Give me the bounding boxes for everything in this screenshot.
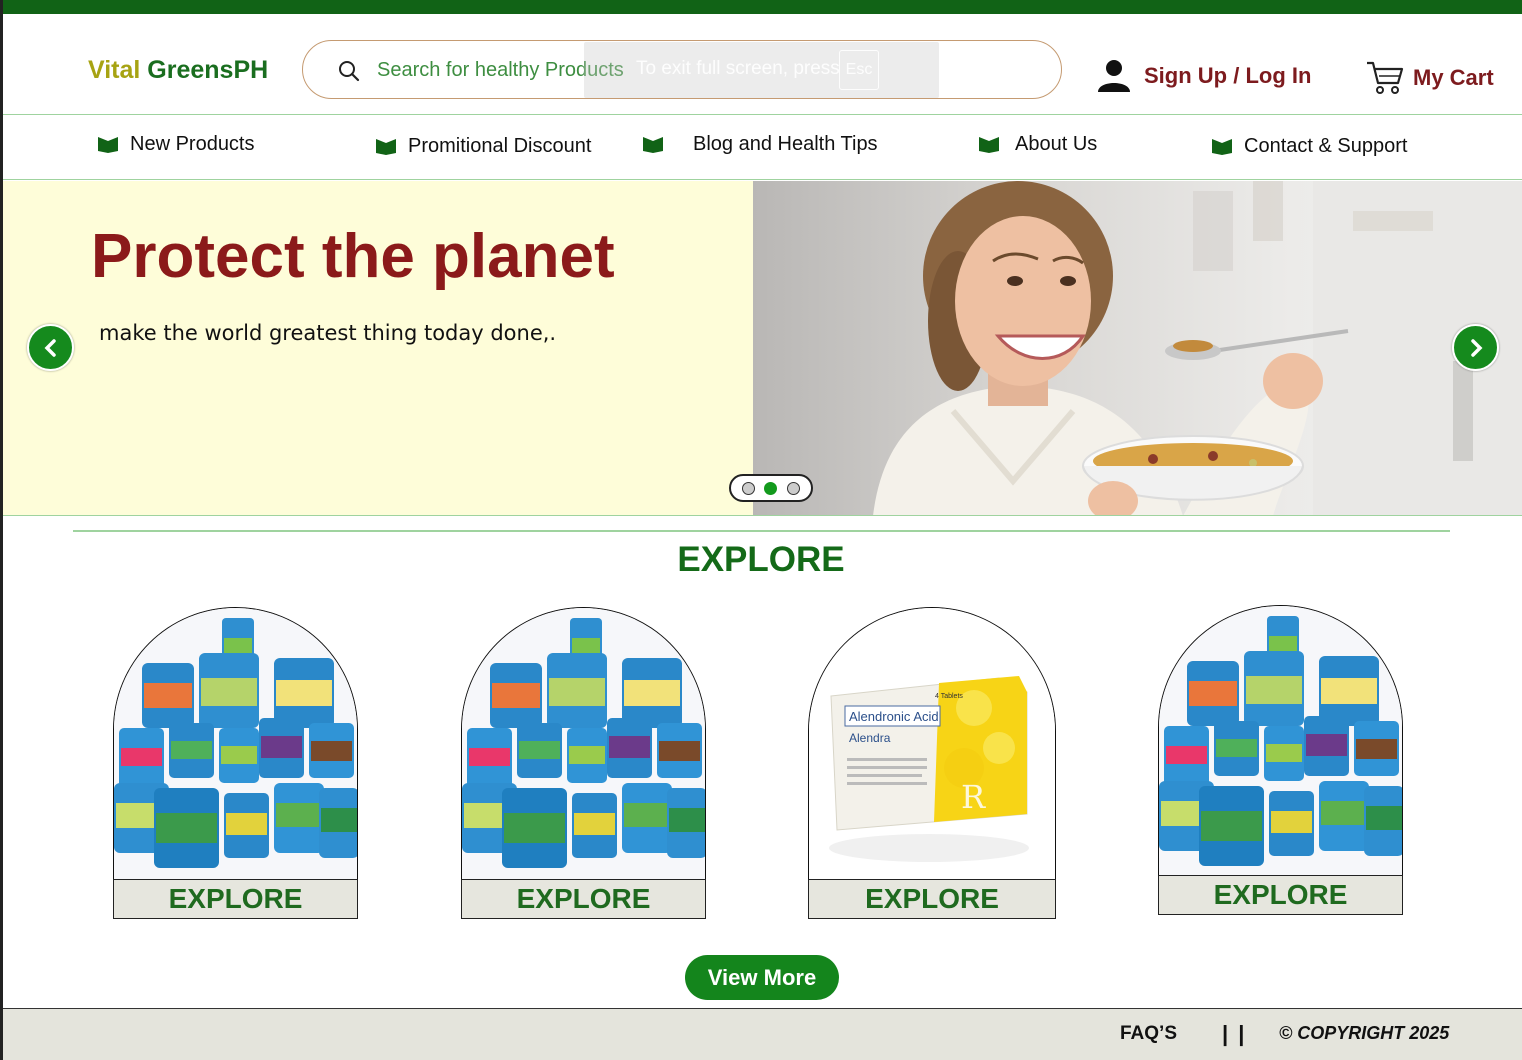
explore-card-4[interactable]: EXPLORE [1158,605,1403,917]
copyright-text: © COPYRIGHT 2025 [1279,1023,1450,1043]
explore-card-label: EXPLORE [1158,875,1403,915]
carousel-dot-1[interactable] [741,481,755,495]
explore-card-image [1158,605,1403,877]
explore-card-label: EXPLORE [808,879,1056,919]
fullscreen-notice-text: To exit full screen, press [636,58,840,79]
logo-part-greens: GreensPH [147,56,269,84]
hero-image [753,181,1522,515]
hero-text-panel: Protect the planet make the world greate… [3,181,753,515]
woman-eating-cereal-image [873,181,1522,515]
explore-card-3[interactable]: Alendronic Acid Alendra 4 Tablets R EXPL… [808,607,1056,919]
svg-text:R: R [961,778,986,816]
explore-card-image [461,607,706,879]
hero-title: Protect the planet [91,222,615,291]
carousel-next-button[interactable] [1452,324,1499,371]
carousel-indicators [729,474,813,502]
nav-label: New Products [130,133,255,155]
carousel-prev-button[interactable] [27,324,74,371]
book-icon [376,138,396,155]
nav-about-us[interactable]: About Us [979,133,1097,156]
nav-label: Blog and Health Tips [693,133,878,155]
supplement-jars-image [114,608,357,879]
medicine-box-image: Alendronic Acid Alendra 4 Tablets R [809,608,1055,879]
cart-label: My Cart [1413,65,1494,90]
section-divider [73,530,1450,532]
cart-link[interactable]: My Cart [1365,58,1494,98]
top-accent-bar [0,0,1522,14]
book-icon [1212,138,1232,155]
carousel-dot-2[interactable] [764,481,778,495]
main-nav: New Products Promitional Discount Blog a… [3,115,1522,180]
explore-card-2[interactable]: EXPLORE [461,607,706,919]
cart-icon [1367,61,1404,94]
medicine-box-name: Alendronic Acid [849,709,939,724]
esc-key-badge: Esc [839,50,879,90]
footer: FAQ’S | | © COPYRIGHT 2025 [3,1008,1522,1060]
medicine-box-count: 4 Tablets [935,693,963,700]
logo-part-vital: Vital [88,56,141,84]
explore-card-label: EXPLORE [113,879,358,919]
nav-label: Contact & Support [1244,135,1408,157]
faq-link[interactable]: FAQ’S [1120,1023,1177,1045]
explore-section-title: EXPLORE [677,540,845,579]
footer-separator: | | [1222,1021,1247,1046]
hero-carousel: Protect the planet make the world greate… [3,181,1522,516]
explore-card-image [113,607,358,879]
fullscreen-notice: To exit full screen, press Esc [584,42,939,98]
explore-card-1[interactable]: EXPLORE [113,607,358,919]
supplement-jars-image [1159,606,1402,877]
explore-card-image: Alendronic Acid Alendra 4 Tablets R [808,607,1056,879]
supplement-jars-image [462,608,705,879]
search-icon [339,61,360,82]
book-icon [979,136,999,153]
book-icon [643,136,663,153]
user-icon [1098,60,1130,92]
carousel-dot-3[interactable] [787,481,801,495]
nav-blog-health-tips[interactable]: Blog and Health Tips [643,133,878,156]
nav-promotional-discount[interactable]: Promitional Discount [376,135,591,158]
chevron-left-icon [44,338,56,357]
medicine-box-brand: Alendra [849,731,891,745]
chevron-right-icon [1470,338,1482,357]
book-icon [98,136,118,153]
nav-label: About Us [1015,133,1098,155]
hero-subtitle: make the world greatest thing today done… [99,321,557,345]
signin-label: Sign Up / Log In [1144,63,1312,88]
nav-new-products[interactable]: New Products [98,133,255,156]
nav-contact-support[interactable]: Contact & Support [1212,135,1407,158]
nav-label: Promitional Discount [408,135,592,157]
view-more-button[interactable]: View More [685,955,839,1000]
signin-link[interactable]: Sign Up / Log In [1096,56,1311,96]
logo[interactable]: Vital GreensPH [88,56,268,85]
explore-card-label: EXPLORE [461,879,706,919]
